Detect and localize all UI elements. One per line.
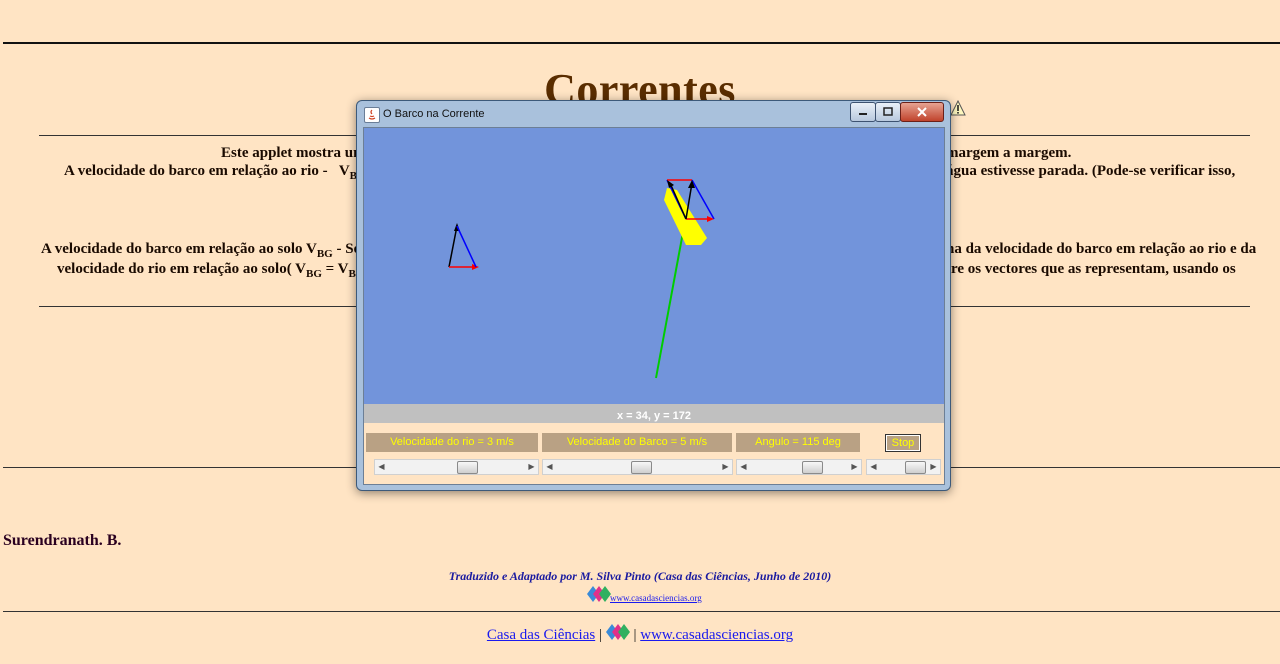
close-icon [917,107,927,117]
boat-path-line [655,215,687,379]
scroll-right-icon[interactable]: ▶ [927,460,940,474]
scroll-left-icon[interactable]: ◀ [375,460,388,474]
applet-window[interactable]: O Barco na Corrente x = 34, y = 172 Velo… [356,100,951,491]
intro-line2-right: água estivesse parada. (Pode-se verifica… [946,163,1236,179]
casa-logo-icon [587,586,611,602]
applet-content: x = 34, y = 172 Velocidade do rio = 3 m/… [363,127,945,485]
minimize-button[interactable] [850,102,876,122]
scroll-left-icon[interactable]: ◀ [543,460,556,474]
vbg-line2-left: velocidade do rio em relação ao solo( VB… [57,261,364,280]
translation-credit: Traduzido e Adaptado por M. Silva Pinto … [448,569,832,583]
author-name: Surendranath. B. [3,532,122,549]
footer-separator-2: | [633,627,637,643]
maximize-button[interactable] [875,102,901,122]
maximize-icon [883,107,893,116]
close-button[interactable] [900,102,944,122]
slider-thumb[interactable] [905,461,926,474]
angle-slider[interactable]: ◀ ▶ [736,459,862,475]
vbg-line1-left: A velocidade do barco em relação ao solo… [41,241,361,260]
scroll-left-icon[interactable]: ◀ [737,460,750,474]
slider-thumb[interactable] [802,461,823,474]
intro-line1-left: Este applet mostra um [221,145,366,161]
vbg-line1-right: na da velocidade do barco em relação ao … [946,241,1257,257]
warning-icon [950,100,966,116]
boat-speed-slider[interactable]: ◀ ▶ [542,459,733,475]
coordinate-readout: x = 34, y = 172 [364,404,944,423]
river-speed-slider[interactable]: ◀ ▶ [374,459,539,475]
intro-line1-right: margem a margem. [946,145,1072,161]
footer-link-website[interactable]: www.casadasciencias.org [640,627,793,643]
slider-thumb[interactable] [457,461,478,474]
footer-link-casa[interactable]: Casa das Ciências [487,627,595,643]
extra-slider[interactable]: ◀ ▶ [866,459,941,475]
scroll-right-icon[interactable]: ▶ [719,460,732,474]
vbg-line2-right: tre os vectores que as representam, usan… [946,261,1236,277]
casa-small-link[interactable]: www.casadasciencias.org [610,593,702,603]
intro-line2-left: A velocidade do barco em relação ao rio … [64,163,365,182]
window-title: O Barco na Corrente [383,108,485,120]
footer-separator-1: | [598,627,602,643]
minimize-icon [859,113,867,115]
river-speed-label: Velocidade do rio = 3 m/s [366,433,538,452]
casa-logo-icon [605,624,630,640]
window-titlebar[interactable]: O Barco na Corrente [357,101,950,127]
slider-thumb[interactable] [631,461,652,474]
vector-legend [448,223,479,270]
scroll-right-icon[interactable]: ▶ [525,460,538,474]
stop-button[interactable]: Stop [885,434,921,452]
section-rule-4 [3,611,1280,612]
boat-speed-label: Velocidade do Barco = 5 m/s [542,433,732,452]
top-rule [3,42,1280,44]
java-icon [364,107,380,123]
scroll-right-icon[interactable]: ▶ [848,460,861,474]
scroll-left-icon[interactable]: ◀ [867,460,880,474]
footer: Casa das Ciências | | www.casadasciencia… [0,624,1280,644]
angle-label: Angulo = 115 deg [736,433,860,452]
simulation-canvas[interactable] [364,128,944,404]
